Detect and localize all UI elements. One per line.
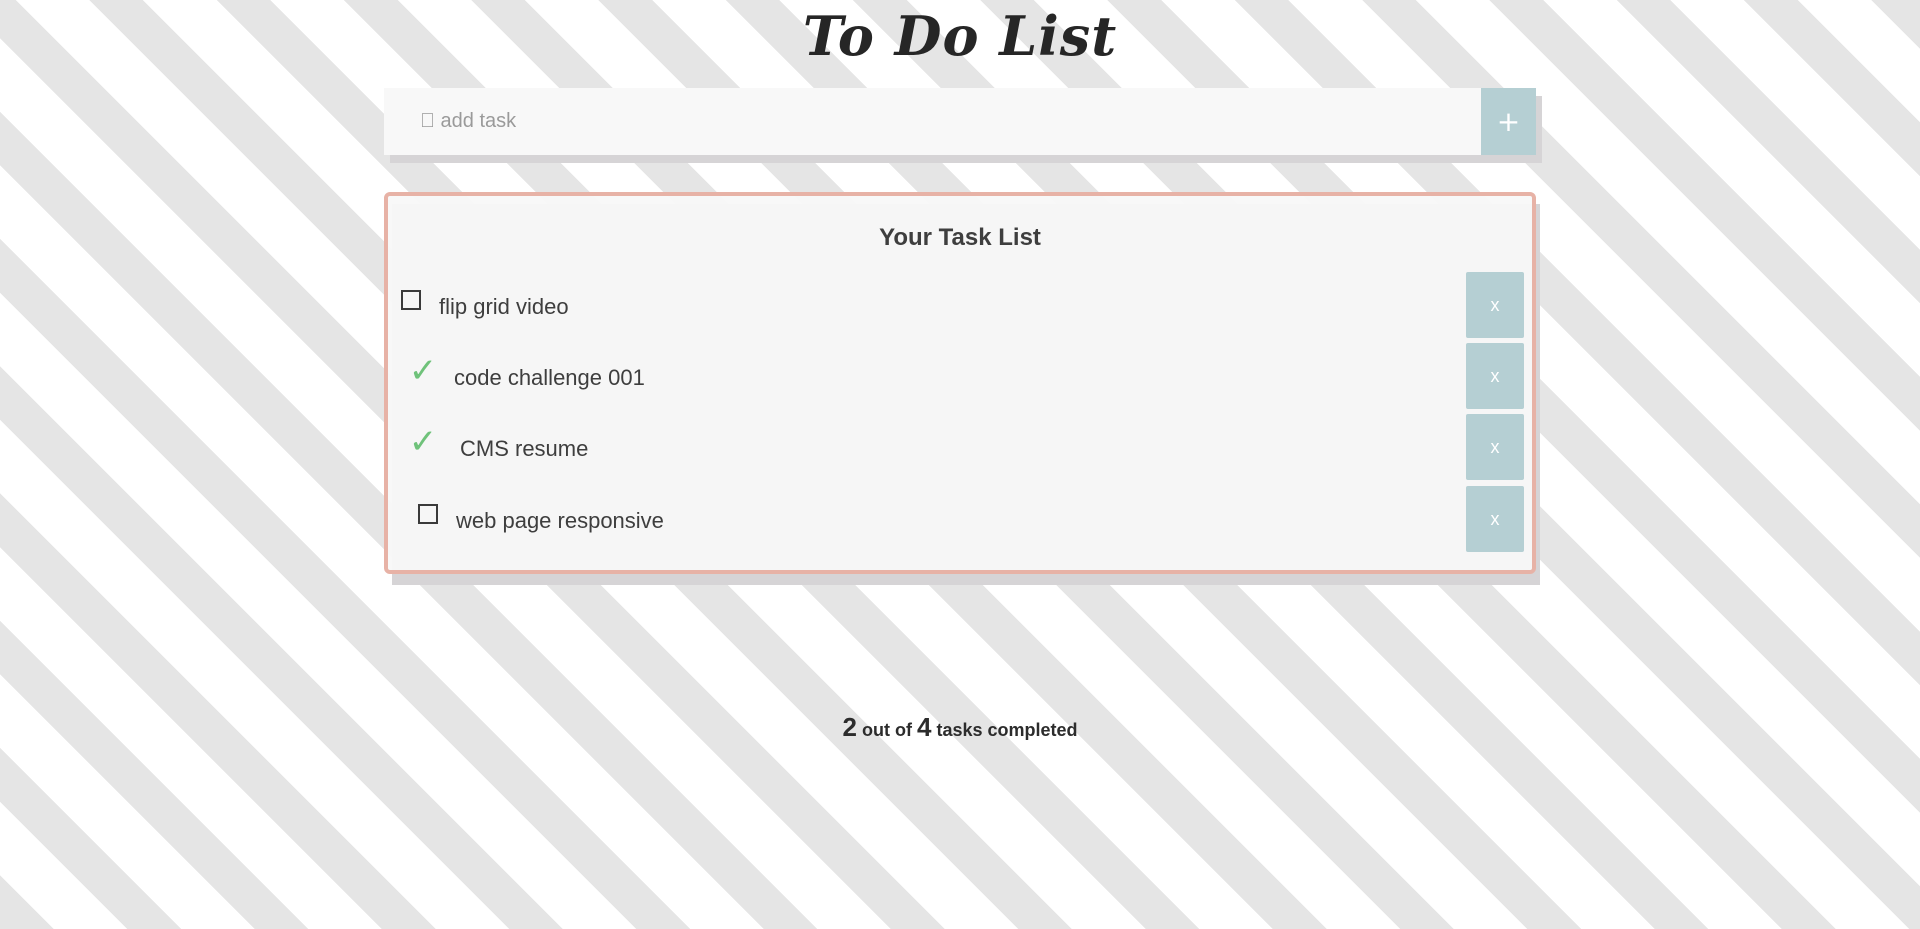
summary-suffix-text: tasks completed (936, 720, 1078, 740)
app-title: To Do List (802, 4, 1118, 68)
task-text: CMS resume (460, 436, 589, 461)
close-icon: x (1490, 508, 1500, 529)
checkmark-icon: ✓ (408, 422, 438, 462)
close-icon: x (1490, 365, 1500, 386)
task-text: code challenge 001 (454, 365, 645, 390)
task-checkbox[interactable]: ✓ (406, 347, 440, 395)
task-row: flip grid video x (388, 272, 1532, 338)
plus-icon: + (1496, 105, 1521, 138)
task-checkbox[interactable] (416, 486, 440, 542)
delete-task-button[interactable]: x (1466, 343, 1524, 409)
completion-summary: 2 out of 4 tasks completed (0, 712, 1920, 743)
task-list-panel: Your Task List flip grid video x ✓ code … (384, 192, 1536, 574)
summary-middle-text: out of (861, 720, 912, 740)
task-list-heading: Your Task List (879, 224, 1041, 251)
delete-task-button[interactable]: x (1466, 486, 1524, 552)
close-icon: x (1490, 436, 1500, 457)
close-icon: x (1490, 294, 1500, 315)
empty-checkbox-icon (418, 504, 438, 524)
add-task-bar: + (384, 88, 1542, 163)
delete-task-button[interactable]: x (1466, 414, 1524, 480)
completed-count: 2 (842, 712, 857, 742)
task-row: ✓ CMS resume x (388, 414, 1532, 480)
checkmark-icon: ✓ (408, 351, 438, 391)
task-text: web page responsive (456, 508, 664, 533)
add-task-button[interactable]: + (1481, 88, 1536, 155)
task-row: ✓ code challenge 001 x (388, 343, 1532, 409)
task-checkbox[interactable]: ✓ (406, 418, 440, 466)
empty-checkbox-icon (401, 290, 421, 310)
task-checkbox[interactable] (399, 272, 423, 328)
task-row: web page responsive x (388, 486, 1532, 552)
task-text: flip grid video (439, 294, 569, 319)
delete-task-button[interactable]: x (1466, 272, 1524, 338)
add-task-input[interactable] (384, 88, 1481, 155)
total-count: 4 (916, 712, 932, 742)
